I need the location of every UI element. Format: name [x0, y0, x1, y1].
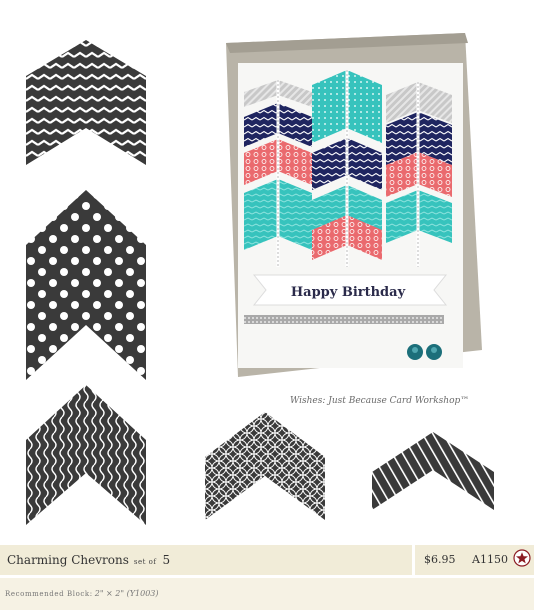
recommended-label: Recommended Block:: [5, 590, 93, 598]
stamp-polkadot-chevron: [26, 190, 146, 380]
stamp-lattice-chevron: [205, 412, 325, 520]
set-of-label: set of: [133, 558, 157, 566]
star-badge-icon[interactable]: [513, 549, 531, 567]
stamp-wave-chevron: [26, 385, 146, 525]
card-photo: Happy Birthday: [226, 33, 482, 377]
product-info-bar: Charming Chevrons set of 5 $6.95 A1150: [0, 545, 534, 575]
recommended-value: 2" × 2" (Y1003): [94, 589, 159, 598]
stamp-zigzag-chevron: [26, 40, 146, 165]
item-code: A1150: [472, 553, 508, 566]
recommended-block-bar: Recommended Block: 2" × 2" (Y1003): [0, 578, 534, 610]
recommended-block: Recommended Block: 2" × 2" (Y1003): [5, 589, 159, 598]
product-name: Charming Chevrons: [7, 553, 129, 567]
product-title: Charming Chevrons set of 5: [7, 553, 170, 567]
stamp-striped-chevron: [372, 432, 494, 510]
product-price: $6.95: [424, 553, 456, 566]
card-greeting: Happy Birthday: [291, 285, 406, 300]
set-count: 5: [162, 553, 171, 567]
card-caption: Wishes: Just Because Card Workshop™: [290, 396, 470, 406]
